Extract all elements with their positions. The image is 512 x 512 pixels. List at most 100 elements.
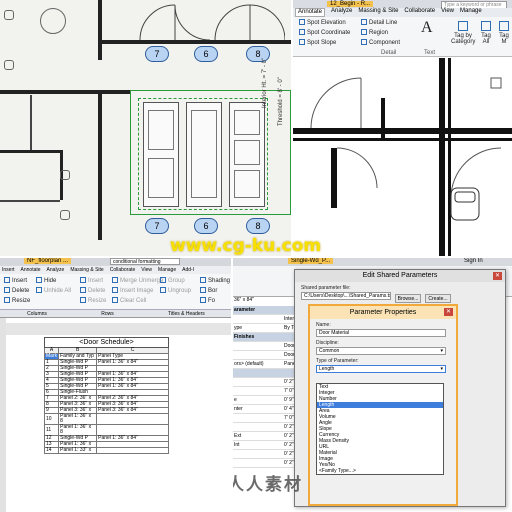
unhide-all-button[interactable]: Unhide All	[36, 287, 71, 294]
tag-icon	[458, 21, 468, 31]
spot-coordinate-button[interactable]: Spot Coordinate	[299, 29, 350, 36]
insert-row-button[interactable]: Insert	[80, 277, 103, 284]
property-value[interactable]: 0' 4"	[284, 405, 294, 413]
table-row[interactable]: 10 Panel 1: 36" x 8	[43, 413, 169, 425]
spot-elevation-button[interactable]: Spot Elevation	[299, 19, 346, 26]
table-cell[interactable]	[96, 413, 169, 425]
browse-button[interactable]: Browse...	[395, 294, 421, 303]
door-schedule-table[interactable]: <Door Schedule> A B C Mark Family and Ty…	[43, 337, 169, 454]
insert-column-button[interactable]: Insert	[4, 277, 27, 284]
delete-column-button[interactable]: Delete	[4, 287, 29, 294]
font-button[interactable]: Fo	[200, 297, 215, 304]
property-value[interactable]: 0' 2"	[284, 432, 294, 440]
tab-analyze[interactable]: Analyze	[47, 266, 65, 274]
ungroup-button[interactable]: Ungroup	[160, 287, 191, 294]
parameter-properties-dialog[interactable]: Parameter Properties ✕ Name: Door Materi…	[308, 304, 458, 506]
shared-file-field[interactable]: C:\Users\Desktop\...\Shared_Params.txt	[301, 292, 391, 300]
floorplan-view[interactable]: 7 6 8 Interior Ht. = 7' - 0" Threshold =…	[0, 0, 291, 257]
label: Insert Image	[120, 288, 154, 294]
elevation-tag[interactable]: 8	[246, 218, 270, 234]
tab-manage[interactable]: Manage	[158, 266, 176, 274]
font-icon	[200, 297, 206, 303]
tag-all-button[interactable]: Tag All	[479, 21, 493, 45]
region-button[interactable]: Region	[361, 29, 388, 36]
schedule-body: 1 Single-Wd P Panel 1: 36" x 84" 2 Single-Wd…	[43, 359, 169, 454]
tab-annotate[interactable]: Annotate	[295, 8, 326, 17]
tab-view[interactable]: View	[141, 266, 152, 274]
label: Spot Coordinate	[307, 30, 351, 36]
type-dropdown-list[interactable]: Text Integer Number Length Area Volume Angle Sl…	[316, 383, 444, 475]
insert-image-button[interactable]: Insert Image	[112, 287, 153, 294]
property-value[interactable]: 0' 2"	[284, 450, 294, 458]
hide-column-button[interactable]: Hide	[36, 277, 56, 284]
spot-slope-button[interactable]: Spot Slope	[299, 39, 336, 46]
panel-labels: Columns Rows Titles & Headers	[0, 310, 232, 318]
property-value[interactable]: 7' 0"	[284, 387, 294, 395]
tab-collaborate[interactable]: Collaborate	[110, 266, 136, 274]
property-value[interactable]: 0' 2"	[284, 378, 294, 386]
chair-icon	[60, 210, 70, 220]
table-cell[interactable]: Panel 1: 33" x	[58, 447, 98, 454]
tab-addins[interactable]: Add-I	[182, 266, 194, 274]
table-row[interactable]: 11 Panel 1: 36" x 8	[43, 424, 169, 436]
close-icon[interactable]: ✕	[444, 308, 453, 316]
property-value[interactable]: 0' 2"	[284, 423, 294, 431]
property-label: arameter	[234, 307, 256, 313]
property-value[interactable]: 7' 0"	[284, 414, 294, 422]
table-cell[interactable]: 14	[43, 447, 60, 454]
label: Region	[369, 30, 389, 36]
tag-by-category-button[interactable]: Tag by Category	[451, 21, 475, 45]
tab-view[interactable]: View	[441, 8, 454, 17]
shading-button[interactable]: Shading	[200, 277, 230, 284]
delete-row-button[interactable]: Delete	[80, 287, 105, 294]
resize-column-button[interactable]: Resize	[4, 297, 30, 304]
delete-icon	[4, 287, 10, 293]
door-inner-panel	[191, 110, 217, 198]
door-inner-panel	[234, 110, 260, 135]
tab-collaborate[interactable]: Collaborate	[404, 8, 435, 17]
tab-massing[interactable]: Massing & Site	[70, 266, 103, 274]
annotate-ribbon-view[interactable]: 12_Begin - R... Type a keyword or phrase…	[291, 0, 512, 257]
table-cell[interactable]: 10	[43, 413, 60, 425]
tab-annotate[interactable]: Annotate	[21, 266, 41, 274]
merge-unmerge-button[interactable]: Merge Unmerge	[112, 277, 163, 284]
elevation-tag[interactable]: 6	[194, 218, 218, 234]
table-row[interactable]: 14 Panel 1: 33" x	[43, 447, 169, 454]
table-cell[interactable]: Panel 1: 36" x 8	[58, 424, 98, 436]
tag-multi-button[interactable]: Tag M	[497, 21, 511, 45]
tab-manage[interactable]: Manage	[460, 8, 482, 17]
discipline-select[interactable]: Common ▾	[316, 347, 446, 355]
group-button[interactable]: Group	[160, 277, 185, 284]
search-input[interactable]: conditional formatting	[110, 258, 180, 265]
property-value[interactable]: 0' 2"	[284, 441, 294, 449]
schedule-view[interactable]: NF_floorplan ... conditional formatting …	[0, 257, 232, 512]
table-cell[interactable]: Panel 1: 36" x 8	[58, 413, 98, 425]
door-tag[interactable]: 7	[145, 46, 169, 62]
type-select[interactable]: Length ▾	[316, 365, 446, 373]
borders-button[interactable]: Bor	[200, 287, 217, 294]
label: Spot Elevation	[307, 20, 346, 26]
sign-in-link[interactable]: Sign In	[464, 258, 483, 264]
property-value[interactable]: 0' 2"	[284, 459, 294, 467]
detail-line-button[interactable]: Detail Line	[361, 19, 397, 26]
close-icon[interactable]: ✕	[493, 272, 502, 280]
component-button[interactable]: Component	[361, 39, 400, 46]
elevation-tag[interactable]: 7	[145, 218, 169, 234]
parameter-dialog-view[interactable]: Single-Wd_P... Sign In 36" x 84" aramete…	[232, 257, 512, 512]
text-button[interactable]: A	[421, 19, 433, 37]
dropdown-option[interactable]: <Family Type...>	[317, 468, 443, 474]
name-input[interactable]: Door Material	[316, 329, 446, 337]
create-button[interactable]: Create...	[425, 294, 451, 303]
clear-cell-button[interactable]: Clear Cell	[112, 297, 146, 304]
spot-coordinate-icon	[299, 29, 305, 35]
door-tag[interactable]: 6	[194, 46, 218, 62]
tab-massing[interactable]: Massing & Site	[358, 8, 398, 17]
table-cell[interactable]	[96, 424, 169, 436]
table-cell[interactable]	[96, 447, 169, 454]
table-cell[interactable]: 11	[43, 424, 60, 436]
spot-slope-icon	[299, 39, 305, 45]
tab-analyze[interactable]: Analyze	[331, 8, 352, 17]
resize-row-button[interactable]: Resize	[80, 297, 106, 304]
property-value[interactable]: 0' 9"	[284, 396, 294, 404]
tab-insert[interactable]: Insert	[2, 266, 15, 274]
